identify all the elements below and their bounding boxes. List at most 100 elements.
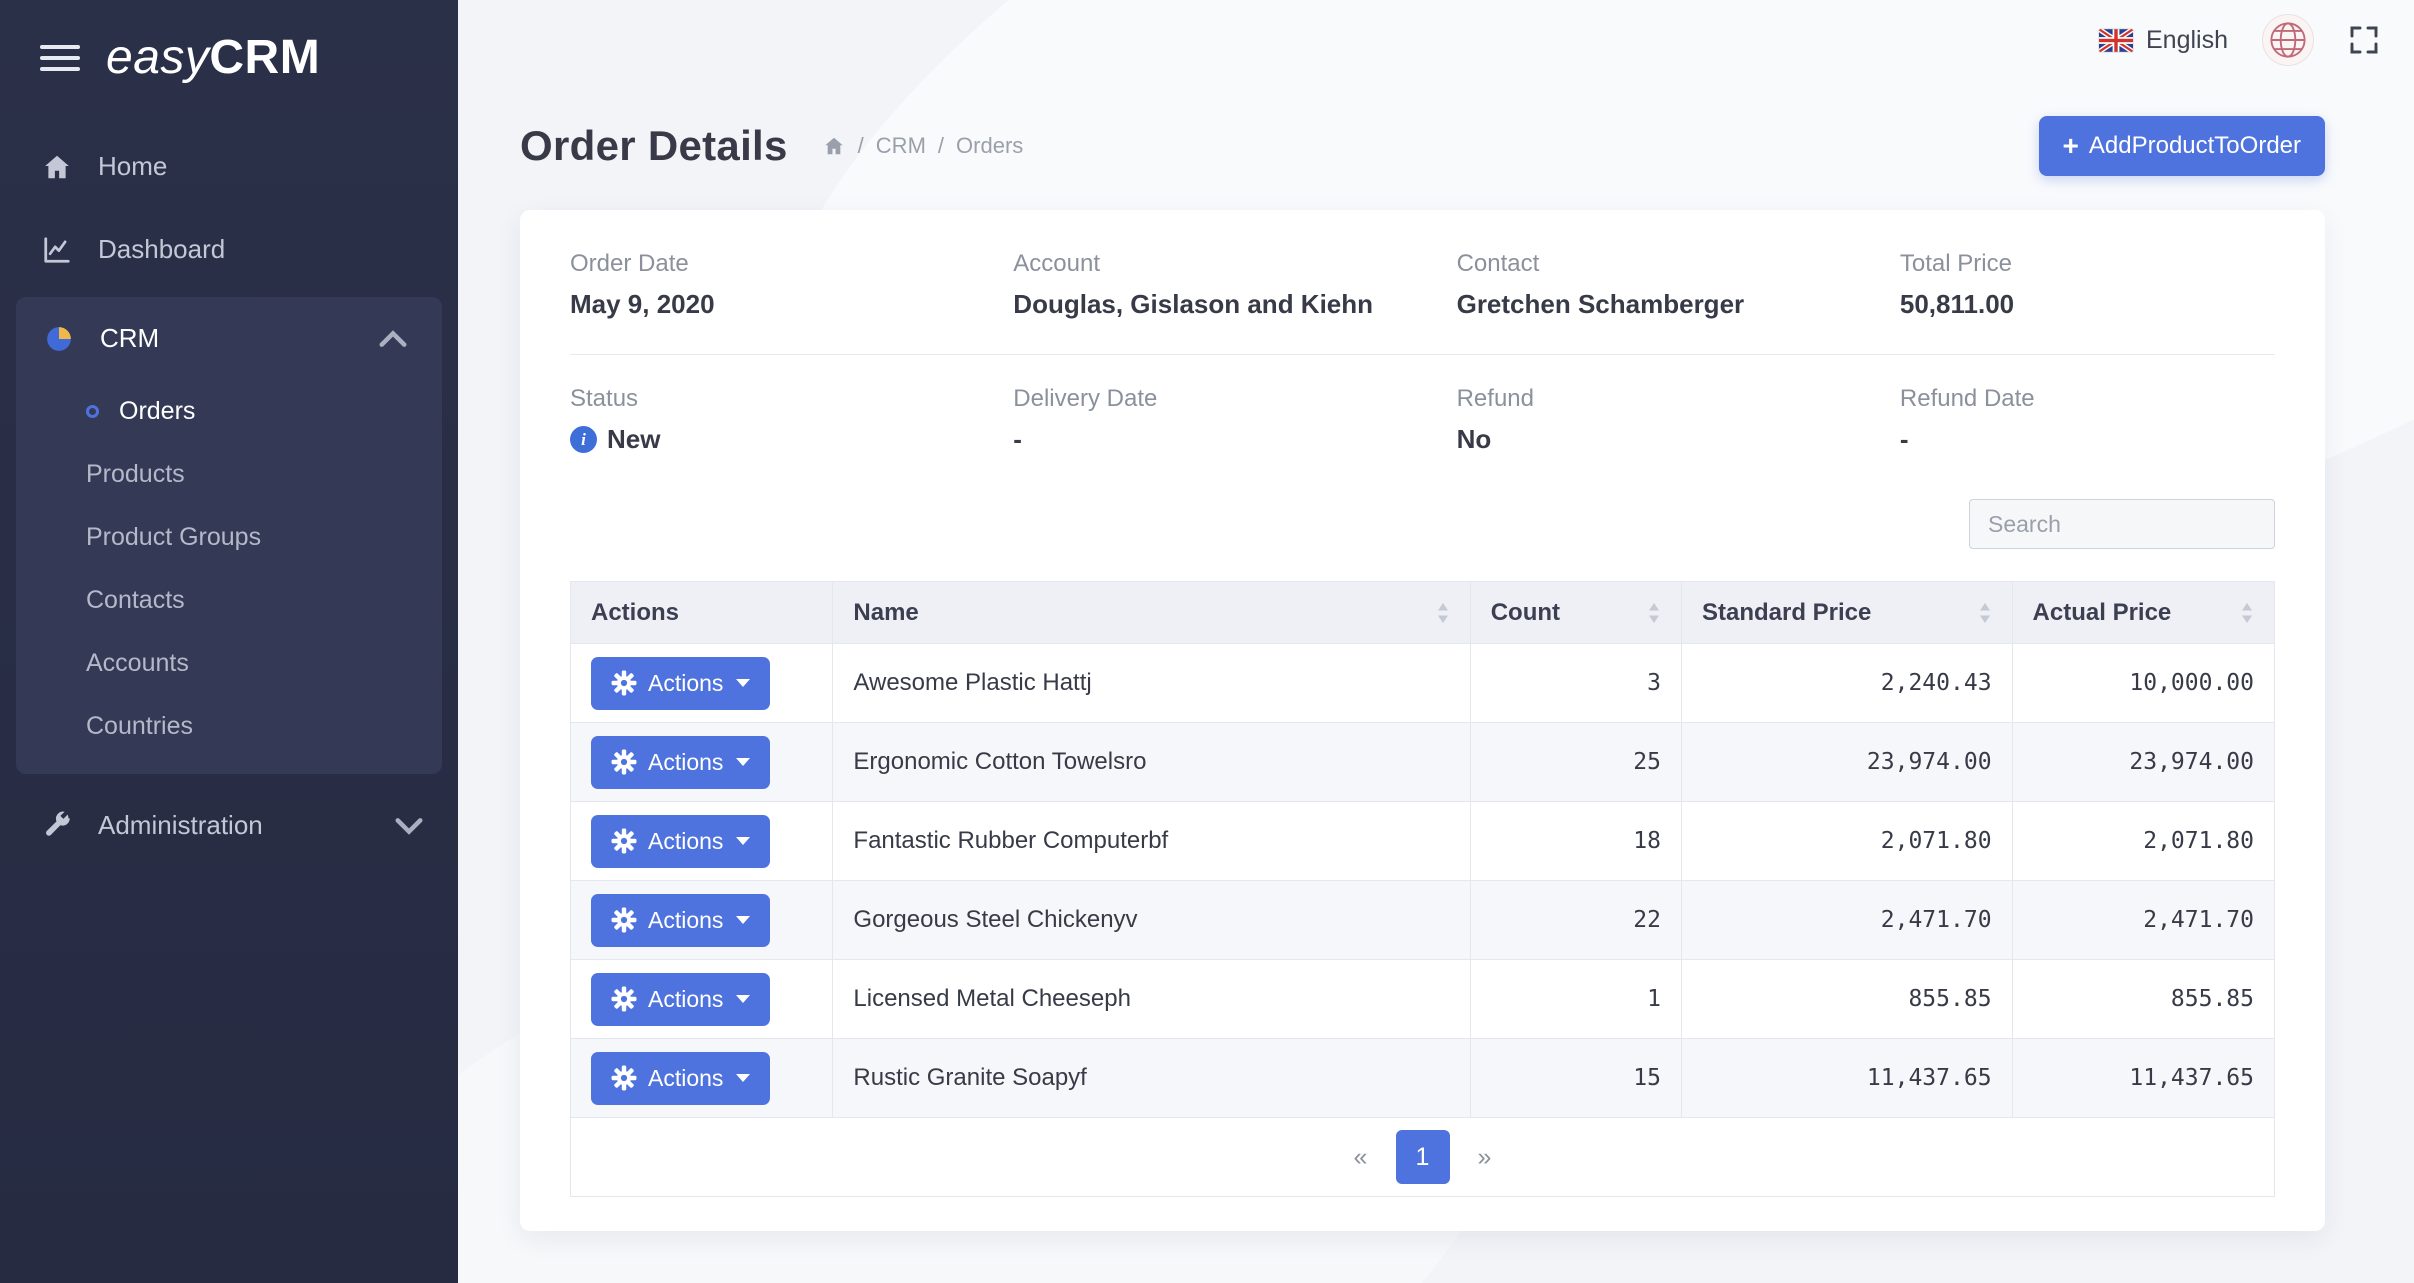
field-account: Account Douglas, Gislason and Kiehn [1013, 250, 1456, 320]
sidebar-item-accounts[interactable]: Accounts [16, 632, 442, 695]
header-label: Name [853, 599, 918, 627]
logo-row: easyCRM [0, 0, 458, 111]
details-row-2: Status i New Delivery Date - Refund [570, 385, 2275, 455]
sidebar-item-dashboard[interactable]: Dashboard [0, 208, 458, 291]
actions-button-label: Actions [648, 907, 723, 934]
gear-icon [611, 907, 637, 933]
row-actions-button[interactable]: Actions [591, 657, 770, 710]
sidebar-subitem-label: Products [86, 460, 185, 489]
order-products-table: Actions Name Count Standard Price Actual… [570, 581, 2275, 1118]
actions-button-label: Actions [648, 670, 723, 697]
row-actions-button[interactable]: Actions [591, 973, 770, 1026]
language-selector[interactable]: English [2099, 26, 2228, 55]
actual-price-cell: 855.85 [2012, 960, 2274, 1039]
brand-easy: easy [106, 31, 209, 84]
sidebar-subitem-label: Orders [119, 397, 195, 426]
sidebar-item-administration[interactable]: Administration [0, 784, 458, 867]
home-icon [42, 152, 72, 182]
field-label: Refund Date [1900, 385, 2275, 413]
product-name-cell: Rustic Granite Soapyf [833, 1039, 1470, 1118]
table-row: Actions Rustic Granite Soapyf 15 11,437.… [571, 1039, 2275, 1118]
pagination-prev-button[interactable]: « [1334, 1130, 1388, 1184]
home-icon[interactable] [822, 135, 846, 157]
sidebar-item-crm[interactable]: CRM [16, 297, 442, 380]
field-delivery-date: Delivery Date - [1013, 385, 1456, 455]
sidebar-item-countries[interactable]: Countries [16, 695, 442, 758]
sidebar-subitem-label: Accounts [86, 649, 189, 678]
sort-icon [2240, 603, 2254, 623]
gear-icon [611, 670, 637, 696]
user-avatar[interactable] [2262, 14, 2314, 66]
search-input[interactable] [1969, 499, 2275, 549]
product-name-cell: Awesome Plastic Hattj [833, 644, 1470, 723]
caret-down-icon [736, 916, 750, 924]
chevron-down-icon [394, 811, 424, 841]
field-value: - [1013, 424, 1456, 455]
sort-icon [1647, 603, 1661, 623]
header-label: Actions [591, 599, 679, 627]
plus-icon: + [2063, 132, 2079, 160]
header-label: Count [1491, 599, 1560, 627]
header-actions: Actions [571, 582, 833, 644]
standard-price-cell: 2,240.43 [1681, 644, 2012, 723]
standard-price-cell: 11,437.65 [1681, 1039, 2012, 1118]
field-value: 50,811.00 [1900, 289, 2275, 320]
brand-logo[interactable]: easyCRM [106, 30, 320, 85]
caret-down-icon [736, 679, 750, 687]
sidebar-item-products[interactable]: Products [16, 443, 442, 506]
actions-button-label: Actions [648, 1065, 723, 1092]
header-count[interactable]: Count [1470, 582, 1681, 644]
sort-icon [1978, 603, 1992, 623]
actual-price-cell: 23,974.00 [2012, 723, 2274, 802]
breadcrumb-separator: / [858, 133, 864, 159]
field-label: Contact [1457, 250, 1900, 278]
row-actions-button[interactable]: Actions [591, 736, 770, 789]
fullscreen-button[interactable] [2348, 24, 2380, 56]
field-value: Gretchen Schamberger [1457, 289, 1900, 320]
breadcrumb-orders[interactable]: Orders [956, 133, 1023, 159]
divider [570, 354, 2275, 355]
add-product-to-order-button[interactable]: + AddProductToOrder [2039, 116, 2325, 176]
header-actual-price[interactable]: Actual Price [2012, 582, 2274, 644]
count-cell: 22 [1470, 881, 1681, 960]
globe-icon [2269, 21, 2307, 59]
info-icon[interactable]: i [570, 426, 597, 453]
order-details-card: Order Date May 9, 2020 Account Douglas, … [520, 210, 2325, 1231]
standard-price-cell: 855.85 [1681, 960, 2012, 1039]
actual-price-cell: 10,000.00 [2012, 644, 2274, 723]
sidebar-item-contacts[interactable]: Contacts [16, 569, 442, 632]
status-value: New [607, 424, 660, 455]
wrench-icon [42, 811, 72, 841]
field-value: - [1900, 424, 2275, 455]
sidebar-item-home[interactable]: Home [0, 125, 458, 208]
breadcrumb: / CRM / Orders [822, 133, 1024, 159]
row-actions-button[interactable]: Actions [591, 815, 770, 868]
language-label: English [2146, 26, 2228, 55]
actual-price-cell: 2,471.70 [2012, 881, 2274, 960]
pagination-page-1-button[interactable]: 1 [1396, 1130, 1450, 1184]
header-name[interactable]: Name [833, 582, 1470, 644]
field-value: May 9, 2020 [570, 289, 1013, 320]
field-refund: Refund No [1457, 385, 1900, 455]
sidebar: easyCRM Home Dashboard [0, 0, 458, 1283]
menu-toggle-icon[interactable] [40, 41, 80, 75]
row-actions-button[interactable]: Actions [591, 1052, 770, 1105]
table-row: Actions Licensed Metal Cheeseph 1 855.85… [571, 960, 2275, 1039]
header-label: Standard Price [1702, 599, 1871, 627]
row-actions-button[interactable]: Actions [591, 894, 770, 947]
pie-chart-icon [44, 324, 74, 354]
sidebar-subitem-label: Countries [86, 712, 193, 741]
table-row: Actions Ergonomic Cotton Towelsro 25 23,… [571, 723, 2275, 802]
caret-down-icon [736, 995, 750, 1003]
pagination-next-button[interactable]: » [1458, 1130, 1512, 1184]
actions-button-label: Actions [648, 749, 723, 776]
sidebar-item-orders[interactable]: Orders [16, 380, 442, 443]
table-row: Actions Awesome Plastic Hattj 3 2,240.43… [571, 644, 2275, 723]
sidebar-subitem-label: Contacts [86, 586, 185, 615]
product-name-cell: Ergonomic Cotton Towelsro [833, 723, 1470, 802]
header-standard-price[interactable]: Standard Price [1681, 582, 2012, 644]
table-row: Actions Fantastic Rubber Computerbf 18 2… [571, 802, 2275, 881]
sort-icon [1436, 603, 1450, 623]
breadcrumb-crm[interactable]: CRM [876, 133, 926, 159]
sidebar-item-product-groups[interactable]: Product Groups [16, 506, 442, 569]
